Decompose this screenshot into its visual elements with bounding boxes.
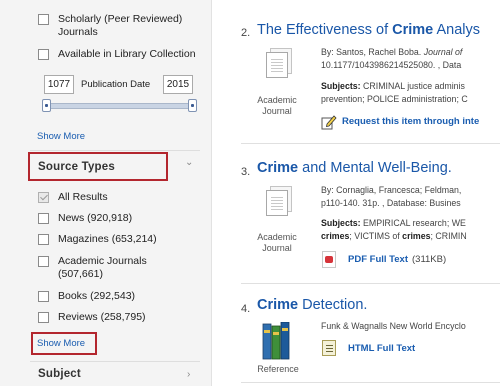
sidebar-divider-line (30, 361, 200, 362)
date-slider-track[interactable] (44, 103, 194, 109)
byline-journal: Journal of (423, 47, 463, 57)
result-byline: p110-140. 31p. , Database: Busines (321, 198, 461, 208)
result-separator (241, 143, 500, 144)
publication-date-label: Publication Date (81, 79, 151, 90)
pdf-size: (311KB) (412, 254, 447, 265)
all-results-checkbox[interactable] (38, 192, 49, 203)
limiter-scholarly[interactable]: Scholarly (Peer Reviewed) Journals (38, 13, 208, 39)
subjects-label: Subjects: (321, 81, 361, 91)
source-all-results[interactable]: All Results (38, 191, 108, 204)
subjects-text: ; VICTIMS of (349, 231, 403, 241)
library-checkbox[interactable] (38, 49, 49, 60)
academic-journal-icon (266, 52, 288, 78)
result-title-keyword: Crime (257, 160, 299, 176)
subjects-text: ; CRIMIN (430, 231, 467, 241)
news-label: News (920,918) (58, 212, 133, 224)
request-item-row[interactable]: Request this item through inte (321, 114, 479, 130)
result-title-link[interactable]: The Effectiveness of Crime Analys (257, 22, 480, 38)
publication-type-label: Academic Journal (257, 95, 297, 116)
result-title-link[interactable]: Crime and Mental Well-Being. (257, 160, 452, 176)
result-byline: Funk & Wagnalls New World Encyclo (321, 321, 466, 331)
publication-type-label: Reference (257, 364, 299, 374)
result-title-text: and Mental Well-Being. (298, 160, 452, 176)
pdf-full-text-row[interactable]: PDF Full Text (311KB) (322, 251, 446, 268)
source-academic-journals[interactable]: Academic Journals (507,661) (38, 255, 168, 281)
magazines-label: Magazines (653,214) (58, 233, 157, 245)
date-to-input[interactable]: 2015 (163, 75, 193, 94)
result-title-text: Analys (433, 22, 480, 38)
news-checkbox[interactable] (38, 213, 49, 224)
date-from-input[interactable]: 1077 (44, 75, 74, 94)
result-title-text: The Effectiveness of (257, 22, 393, 38)
library-label: Available in Library Collection (58, 48, 196, 60)
subject-heading[interactable]: Subject (38, 368, 81, 380)
show-more-highlight-box (31, 332, 97, 355)
source-books[interactable]: Books (292,543) (38, 290, 135, 303)
result-title-link[interactable]: Crime Detection. (257, 297, 367, 313)
result-byline: By: Santos, Rachel Boba. Journal of (321, 46, 462, 58)
reference-books-icon (262, 322, 290, 360)
pdf-icon (322, 251, 336, 268)
academic-journals-checkbox[interactable] (38, 256, 49, 267)
result-subjects: crimes; VICTIMS of crimes; CRIMIN (321, 230, 467, 242)
source-types-highlight-box (28, 152, 168, 181)
subjects-text: EMPIRICAL research; WE (360, 218, 466, 228)
result-byline: 10.1177/1043986214525080. , Data (321, 60, 462, 70)
result-subjects: Subjects: EMPIRICAL research; WE (321, 217, 466, 229)
html-full-text-row[interactable]: HTML Full Text (322, 340, 415, 356)
source-news[interactable]: News (920,918) (38, 212, 132, 225)
pdf-full-text-link[interactable]: PDF Full Text (348, 254, 408, 265)
result-subjects: Subjects: CRIMINAL justice adminis (321, 80, 465, 92)
academic-journal-icon (266, 190, 288, 216)
result-number: 3. (241, 166, 251, 178)
books-label: Books (292,543) (58, 290, 136, 302)
academic-journals-label: Academic Journals (507,661) (58, 255, 147, 280)
reviews-checkbox[interactable] (38, 312, 49, 323)
html-document-icon (322, 340, 336, 356)
reviews-label: Reviews (258,795) (58, 311, 146, 323)
date-slider-handle-start[interactable] (42, 99, 51, 112)
limiter-library[interactable]: Available in Library Collection (38, 48, 196, 61)
magazines-checkbox[interactable] (38, 234, 49, 245)
result-subjects: prevention; POLICE administration; C (321, 94, 468, 104)
books-checkbox[interactable] (38, 291, 49, 302)
sidebar-divider (211, 0, 212, 386)
subjects-text: CRIMINAL justice adminis (360, 81, 465, 91)
result-number: 4. (241, 303, 251, 315)
result-separator (241, 283, 500, 284)
subjects-keyword: crimes (402, 231, 431, 241)
byline-text: By: Santos, Rachel Boba. (321, 47, 424, 57)
scholarly-label: Scholarly (Peer Reviewed) Journals (58, 13, 183, 38)
source-reviews[interactable]: Reviews (258,795) (38, 311, 146, 324)
html-full-text-link[interactable]: HTML Full Text (348, 343, 415, 354)
chevron-right-icon[interactable]: › (187, 369, 190, 380)
all-results-label: All Results (58, 191, 108, 203)
result-byline: By: Cornaglia, Francesca; Feldman, (321, 185, 462, 195)
result-number: 2. (241, 27, 251, 39)
result-title-keyword: Crime (392, 22, 434, 38)
source-magazines[interactable]: Magazines (653,214) (38, 233, 157, 246)
request-item-link[interactable]: Request this item through inte (342, 116, 479, 127)
show-more-limiters-link[interactable]: Show More (37, 131, 85, 142)
result-title-text: Detection. (298, 297, 368, 313)
chevron-down-icon[interactable]: ⌄ (185, 157, 193, 168)
date-slider-handle-end[interactable] (188, 99, 197, 112)
edit-request-icon (321, 114, 337, 130)
subjects-label: Subjects: (321, 218, 361, 228)
scholarly-checkbox[interactable] (38, 14, 49, 25)
result-separator (241, 382, 500, 383)
sidebar-divider-line (30, 150, 200, 151)
result-title-keyword: Crime (257, 297, 299, 313)
subjects-keyword: crimes (321, 231, 350, 241)
publication-type-label: Academic Journal (257, 232, 297, 253)
